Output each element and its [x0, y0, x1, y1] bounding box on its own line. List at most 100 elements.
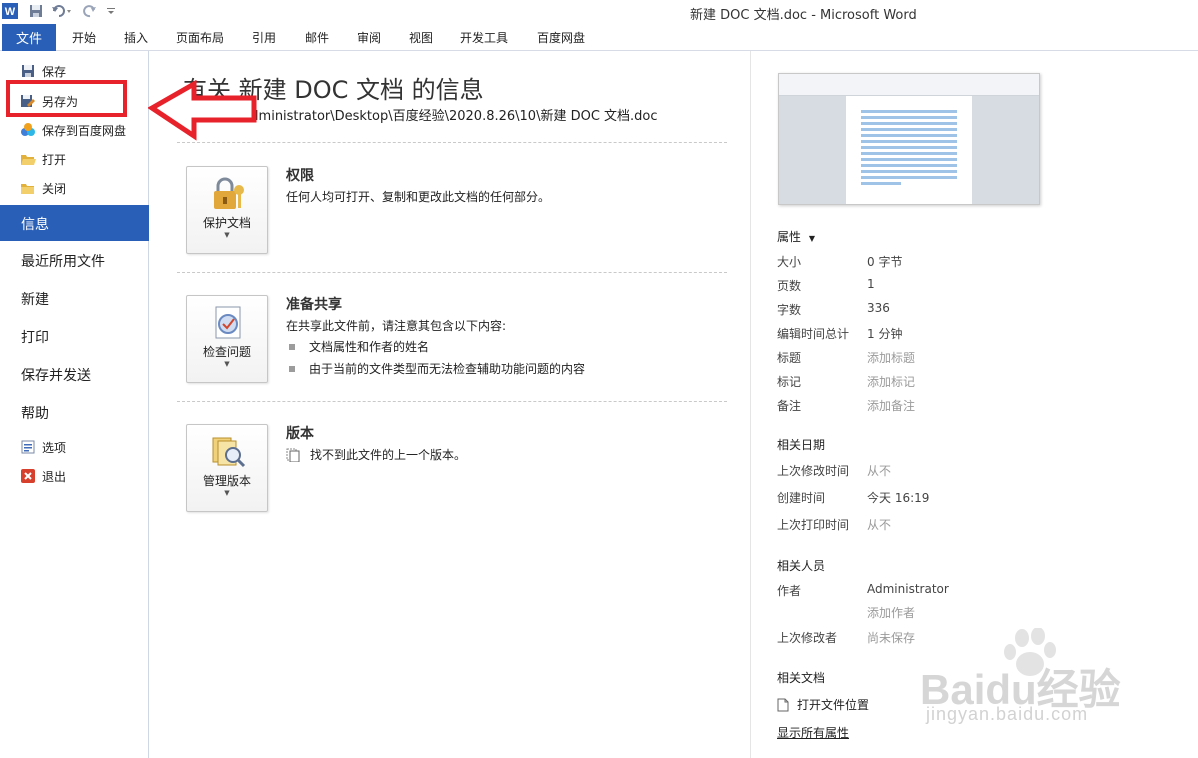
tab-view[interactable]: 视图 — [409, 29, 433, 46]
text-line — [861, 134, 957, 137]
prop-pages-value: 1 — [867, 277, 875, 291]
prop-comments-field[interactable]: 添加备注 — [867, 397, 915, 414]
text-line — [861, 176, 957, 179]
save-to-baidu-cloud-button[interactable]: 保存到百度网盘 — [20, 120, 126, 140]
highlight-box — [6, 80, 127, 117]
last-printed-label: 上次打印时间 — [777, 518, 850, 532]
versions-search-icon — [209, 433, 247, 471]
exit-button[interactable]: 退出 — [20, 466, 66, 486]
show-all-properties-link[interactable]: 显示所有属性 — [777, 724, 849, 741]
nav-item-info[interactable]: 信息 — [0, 205, 157, 241]
author-value[interactable]: Administrator — [867, 582, 949, 596]
tab-page-layout[interactable]: 页面布局 — [176, 29, 224, 46]
text-line — [861, 128, 957, 131]
related-people-header: 相关人员 — [777, 559, 826, 573]
last-printed-value: 从不 — [867, 518, 892, 532]
text-line — [861, 116, 957, 119]
nav-item-print[interactable]: 打印 — [21, 327, 49, 347]
tab-mailings[interactable]: 邮件 — [305, 29, 329, 46]
last-modified-by-value: 尚未保存 — [867, 631, 916, 645]
last-modified-label: 上次修改时间 — [777, 464, 850, 478]
open-folder-icon — [20, 151, 36, 167]
backstage-nav: 保存 另存为 保存到百度网盘 打开 关闭 信息 最近所用文件 新建 打印 保存并… — [0, 51, 157, 758]
text-line — [861, 164, 957, 167]
created-label: 创建时间 — [777, 491, 826, 505]
nav-item-recent[interactable]: 最近所用文件 — [21, 251, 105, 271]
text-line — [861, 122, 957, 125]
nav-item-info-label: 信息 — [21, 217, 49, 233]
baidu-watermark: Baidu经验 jingyan.baidu.com — [920, 627, 1190, 728]
ribbon-tab-bar: 文件 开始 插入 页面布局 引用 邮件 审阅 视图 开发工具 百度网盘 — [0, 24, 1198, 51]
watermark-url: jingyan.baidu.com — [926, 704, 1089, 724]
nav-item-help[interactable]: 帮助 — [21, 403, 49, 423]
close-folder-icon — [20, 180, 36, 196]
exit-label: 退出 — [42, 469, 67, 484]
tab-home[interactable]: 开始 — [72, 29, 96, 46]
inspect-document-icon — [209, 304, 247, 342]
protect-document-label: 保护文档 — [202, 216, 251, 230]
open-file-location-button[interactable]: 打开文件位置 — [777, 696, 869, 713]
prop-edit-time-value: 1 分钟 — [867, 327, 903, 341]
text-line — [861, 110, 957, 113]
check-for-issues-label: 检查问题 — [202, 345, 251, 359]
prop-pages-label: 页数 — [777, 279, 802, 293]
prop-tags-label: 标记 — [777, 375, 802, 389]
nav-item-save-and-send[interactable]: 保存并发送 — [21, 365, 91, 385]
undo-icon[interactable] — [50, 3, 74, 19]
document-icon — [777, 698, 789, 712]
word-app-icon[interactable]: W — [2, 3, 18, 19]
manage-versions-button[interactable]: 管理版本 ▼ — [186, 424, 268, 512]
thumbnail-page — [846, 96, 972, 204]
open-button[interactable]: 打开 — [20, 149, 66, 169]
permissions-text: 任何人均可打开、复制和更改此文档的任何部分。 — [286, 190, 551, 204]
versions-text-label: 找不到此文件的上一个版本。 — [310, 448, 467, 462]
document-versions-icon — [286, 448, 300, 462]
prop-title-field[interactable]: 添加标题 — [867, 349, 915, 366]
tab-review[interactable]: 审阅 — [357, 29, 381, 46]
created-value: 今天 16:19 — [867, 491, 930, 505]
tab-insert[interactable]: 插入 — [124, 29, 148, 46]
author-label: 作者 — [777, 584, 802, 598]
dropdown-caret-icon: ▼ — [224, 360, 230, 368]
tab-references[interactable]: 引用 — [252, 29, 276, 46]
text-line — [861, 152, 957, 155]
tab-developer[interactable]: 开发工具 — [460, 29, 508, 46]
properties-header[interactable]: 属性 ▼ — [777, 228, 815, 245]
info-panel: 有关 新建 DOC 文档 的信息 C:\Users\Administrator\… — [149, 51, 749, 758]
permissions-title: 权限 — [286, 168, 314, 184]
prop-size-label: 大小 — [777, 255, 802, 269]
save-icon — [20, 63, 36, 79]
tab-baidu-cloud[interactable]: 百度网盘 — [537, 29, 585, 46]
protect-document-button[interactable]: 保护文档 ▼ — [186, 166, 268, 254]
last-modified-by-label: 上次修改者 — [777, 631, 838, 645]
nav-item-new[interactable]: 新建 — [21, 289, 49, 309]
save-button[interactable]: 保存 — [20, 61, 66, 81]
related-dates-header: 相关日期 — [777, 438, 826, 452]
open-file-location-label: 打开文件位置 — [797, 698, 870, 712]
dropdown-caret-icon: ▼ — [224, 231, 230, 239]
close-button[interactable]: 关闭 — [20, 178, 66, 198]
customize-quick-access-icon[interactable] — [104, 3, 118, 19]
versions-title: 版本 — [286, 426, 314, 442]
options-label: 选项 — [42, 440, 67, 455]
options-icon — [20, 439, 36, 455]
redo-icon[interactable] — [82, 3, 98, 19]
prop-words-value: 336 — [867, 301, 890, 315]
add-author-field[interactable]: 添加作者 — [867, 604, 915, 621]
bullet-icon — [289, 343, 295, 350]
options-button[interactable]: 选项 — [20, 437, 66, 457]
divider — [177, 401, 727, 402]
prop-words-label: 字数 — [777, 303, 802, 317]
baidu-cloud-icon — [20, 122, 36, 138]
prepare-sharing-title: 准备共享 — [286, 297, 342, 313]
document-thumbnail[interactable] — [778, 73, 1040, 205]
chevron-down-icon: ▼ — [808, 234, 815, 243]
bullet-icon — [289, 365, 295, 372]
versions-text: 找不到此文件的上一个版本。 — [286, 446, 466, 463]
close-label: 关闭 — [42, 181, 67, 196]
tab-file[interactable]: 文件 — [2, 24, 56, 51]
save-icon[interactable] — [28, 3, 44, 19]
check-for-issues-button[interactable]: 检查问题 ▼ — [186, 295, 268, 383]
prop-tags-field[interactable]: 添加标记 — [867, 373, 915, 390]
prop-size-value: 0 字节 — [867, 255, 903, 269]
